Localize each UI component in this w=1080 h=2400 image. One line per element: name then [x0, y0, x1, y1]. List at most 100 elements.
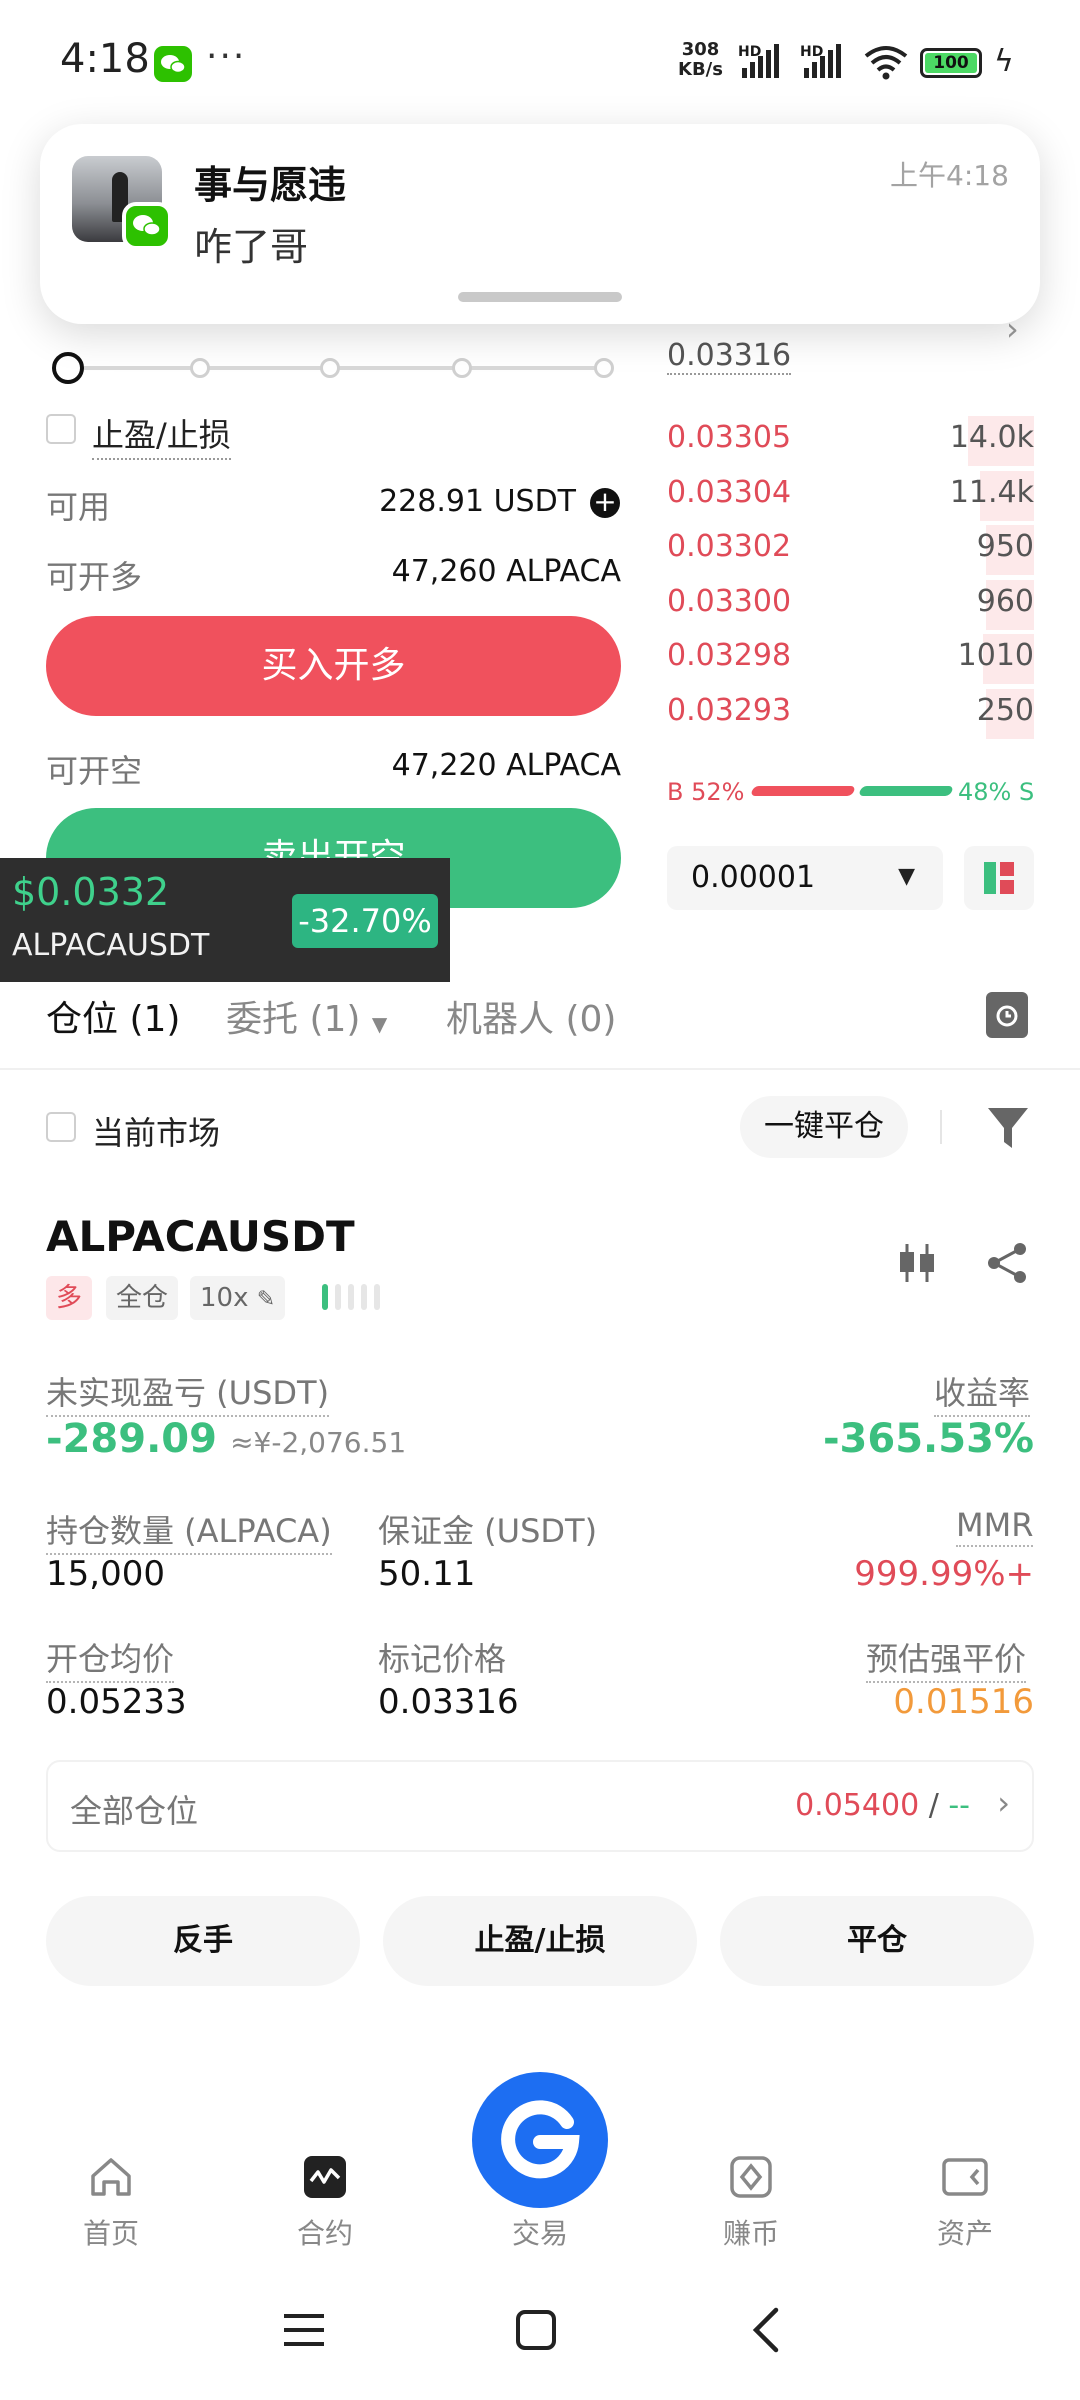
add-funds-icon[interactable]: + — [590, 488, 620, 518]
current-market-checkbox[interactable] — [46, 1112, 76, 1142]
filter-separator — [940, 1110, 942, 1144]
leverage-value: 10x — [200, 1283, 249, 1313]
ask-quantity[interactable]: 250 — [977, 693, 1034, 728]
menu-icon[interactable] — [282, 2310, 328, 2354]
all-positions-label: 全部仓位 — [70, 1792, 199, 1830]
mark-price-label: 标记价格 — [378, 1640, 507, 1678]
ask-price[interactable]: 0.03300 — [667, 584, 791, 619]
home-square-icon[interactable] — [514, 2308, 558, 2356]
buy-long-button[interactable]: 买入开多 — [46, 616, 621, 716]
sell-ratio-bar — [858, 786, 954, 796]
can-short-label: 可开空 — [46, 752, 143, 790]
ask-price[interactable]: 0.03304 — [667, 475, 791, 510]
notification-title: 事与愿违 — [194, 163, 347, 207]
system-navigation-bar — [0, 2276, 1080, 2400]
notification-time: 上午4:18 — [890, 159, 1009, 192]
tpsl-label[interactable]: 止盈/止损 — [92, 410, 231, 460]
futures-icon — [302, 2154, 348, 2200]
buy-ratio-bar — [750, 786, 856, 796]
wifi-icon — [862, 44, 910, 80]
ask-quantity[interactable]: 11.4k — [950, 475, 1034, 510]
assets-icon — [942, 2154, 988, 2200]
leverage-tag[interactable]: 10x ✎ — [190, 1276, 286, 1320]
wechat-notification-banner[interactable]: 事与愿违 咋了哥 上午4:18 — [40, 124, 1040, 324]
buy-ratio: B 52% — [667, 778, 745, 806]
ask-quantity[interactable]: 1010 — [958, 638, 1034, 673]
signal-2-icon: HD — [800, 44, 848, 80]
close-position-button[interactable]: 平仓 — [720, 1896, 1034, 1986]
slider-step-100[interactable] — [594, 358, 614, 378]
tab-positions[interactable]: 仓位 (1) — [46, 990, 180, 1042]
floating-price-widget[interactable]: $0.0332 ALPACAUSDT -32.70% — [0, 858, 450, 982]
liq-price-value: 0.01516 — [893, 1682, 1034, 1722]
ask-quantity[interactable]: 960 — [977, 584, 1034, 619]
nav-trade-label[interactable]: 交易 — [480, 2212, 600, 2252]
amount-slider-handle[interactable] — [52, 352, 84, 384]
can-long-value: 47,260 ALPACA — [391, 554, 621, 589]
side-tag: 多 — [46, 1276, 93, 1320]
tpsl-separator: / — [919, 1788, 949, 1823]
liq-price-label[interactable]: 预估强平价 — [866, 1634, 1027, 1683]
last-price[interactable]: 0.03316 — [667, 338, 792, 375]
candlestick-chart-icon[interactable] — [894, 1240, 940, 1286]
nav-assets-label[interactable]: 资产 — [905, 2212, 1025, 2252]
close-all-button[interactable]: 一键平仓 — [740, 1096, 908, 1158]
tab-bots[interactable]: 机器人 (0) — [446, 990, 616, 1042]
float-change-badge: -32.70% — [292, 894, 438, 948]
trade-center-button[interactable] — [472, 2072, 608, 2208]
position-symbol[interactable]: ALPACAUSDT — [46, 1212, 355, 1261]
orderbook-layout-icon[interactable] — [964, 846, 1034, 910]
margin-mode-tag[interactable]: 全仓 — [106, 1276, 179, 1320]
share-icon[interactable] — [984, 1240, 1030, 1286]
risk-bar — [322, 1284, 328, 1310]
tick-size-select[interactable]: 0.00001 ▼ — [667, 846, 943, 910]
risk-level-indicator — [322, 1284, 387, 1314]
ask-price[interactable]: 0.03305 — [667, 420, 791, 455]
all-positions-tpsl-row[interactable]: 全部仓位 0.05400 / -- › — [46, 1760, 1034, 1852]
upnl-label[interactable]: 未实现盈亏 (USDT) — [46, 1368, 330, 1417]
reverse-button[interactable]: 反手 — [46, 1896, 360, 1986]
size-value: 15,000 — [46, 1554, 165, 1594]
ask-price[interactable]: 0.03298 — [667, 638, 791, 673]
stop-loss-price: -- — [948, 1788, 970, 1823]
status-bar: 4:18 ··· 308 KB/s HD HD 100 ϟ — [0, 0, 1080, 120]
sell-ratio: 48% S — [958, 778, 1035, 806]
upnl-cny: ≈¥-2,076.51 — [230, 1426, 407, 1459]
caret-down-icon: ▼ — [898, 864, 915, 889]
history-document-icon[interactable] — [986, 992, 1028, 1038]
slider-step-50[interactable] — [320, 358, 340, 378]
wechat-app-icon — [122, 202, 172, 250]
tpsl-checkbox[interactable] — [46, 414, 76, 444]
risk-bar — [374, 1284, 380, 1310]
slider-step-25[interactable] — [190, 358, 210, 378]
upnl-row: -289.09 ≈¥-2,076.51 — [46, 1416, 406, 1462]
tick-size-value: 0.00001 — [691, 860, 816, 895]
mmr-label[interactable]: MMR — [956, 1506, 1034, 1547]
ask-quantity[interactable]: 950 — [977, 529, 1034, 564]
more-notifications-icon: ··· — [206, 36, 247, 77]
risk-bar — [335, 1284, 341, 1310]
nav-futures-label[interactable]: 合约 — [265, 2212, 385, 2252]
tab-orders[interactable]: 委托 (1) ▼ — [226, 990, 387, 1042]
ask-quantity[interactable]: 14.0k — [950, 420, 1034, 455]
size-label[interactable]: 持仓数量 (ALPACA) — [46, 1506, 332, 1555]
notification-message: 咋了哥 — [194, 225, 309, 269]
network-speed: 308 KB/s — [678, 40, 723, 80]
entry-price-label[interactable]: 开仓均价 — [46, 1634, 175, 1683]
current-market-label[interactable]: 当前市场 — [92, 1108, 220, 1154]
back-icon[interactable] — [746, 2306, 786, 2358]
home-icon — [88, 2154, 134, 2200]
tpsl-button[interactable]: 止盈/止损 — [383, 1896, 697, 1986]
nav-earn-label[interactable]: 赚币 — [691, 2212, 811, 2252]
chevron-right-icon: › — [997, 1784, 1010, 1822]
risk-bar — [361, 1284, 367, 1310]
earn-icon — [728, 2154, 774, 2200]
ask-price[interactable]: 0.03302 — [667, 529, 791, 564]
battery-level: 100 — [925, 53, 977, 73]
notification-drag-handle[interactable] — [458, 292, 622, 302]
filter-icon[interactable] — [986, 1104, 1030, 1152]
nav-home-label[interactable]: 首页 — [51, 2212, 171, 2252]
roe-label[interactable]: 收益率 — [934, 1368, 1031, 1417]
ask-price[interactable]: 0.03293 — [667, 693, 791, 728]
slider-step-75[interactable] — [452, 358, 472, 378]
